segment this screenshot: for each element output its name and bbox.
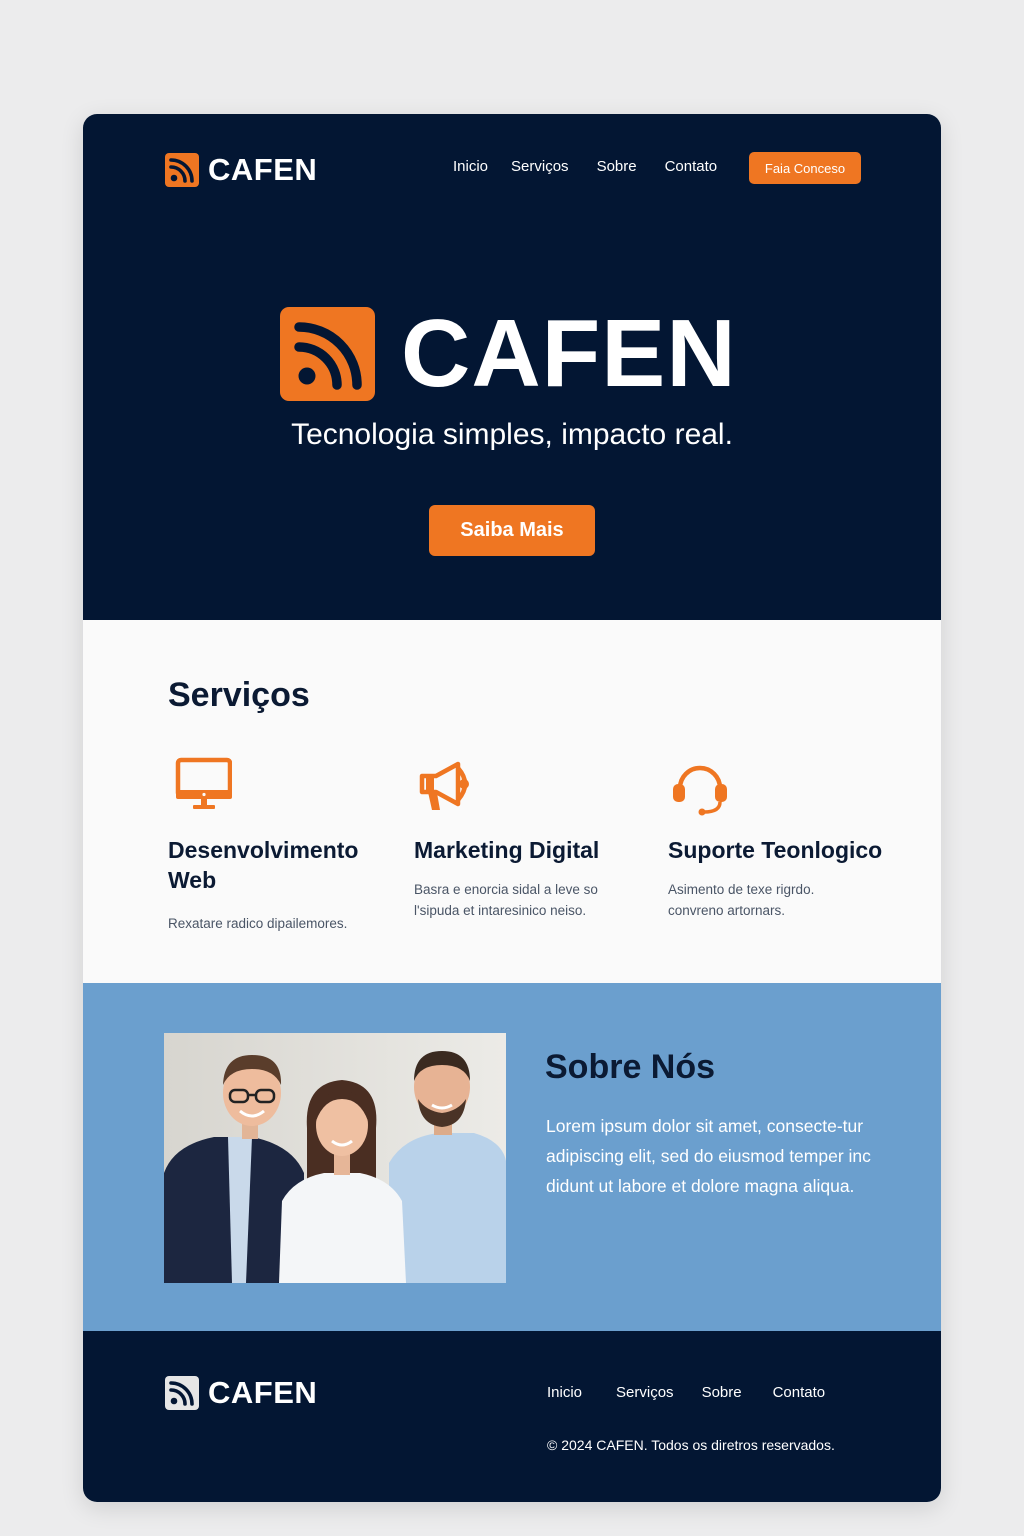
footer-brand-name: CAFEN <box>208 1375 318 1410</box>
page-card: CAFEN Inicio Serviços Sobre Contato Faia… <box>83 114 941 1502</box>
footer-link-servicos[interactable]: Serviços <box>616 1384 674 1401</box>
footer-logo[interactable]: CAFEN <box>165 1375 317 1411</box>
hero-section: CAFEN Inicio Serviços Sobre Contato Faia… <box>83 114 941 620</box>
about-title: Sobre Nós <box>545 1048 716 1086</box>
footer-link-sobre[interactable]: Sobre <box>702 1384 742 1401</box>
saiba-mais-button[interactable]: Saiba Mais <box>429 505 595 556</box>
headset-icon <box>673 765 727 816</box>
services-title: Serviços <box>168 676 310 714</box>
monitor-icon <box>175 757 233 809</box>
service-card-suporte: Suporte Teonlogico Asimento de texe rigr… <box>668 754 898 921</box>
team-photo <box>164 1033 506 1283</box>
rss-icon <box>165 1376 199 1410</box>
top-nav: Inicio Serviços Sobre Contato <box>453 158 717 175</box>
footer-nav: Inicio Serviços Sobre Contato <box>547 1384 825 1401</box>
footer: CAFEN Inicio Serviços Sobre Contato © 20… <box>83 1331 941 1502</box>
service-card-marketing: Marketing Digital Basra e enorcia sidal … <box>414 754 644 921</box>
rss-icon <box>165 153 199 187</box>
service-title: Marketing Digital <box>414 837 600 863</box>
footer-link-inicio[interactable]: Inicio <box>547 1384 582 1401</box>
service-desc: Rexatare radico dipailemores. <box>168 916 348 931</box>
nav-brand-name: CAFEN <box>208 152 318 187</box>
hero-tagline: Tecnologia simples, impacto real. <box>291 418 733 451</box>
service-card-web: Desenvolvimento Web Rexatare radico dipa… <box>168 754 398 934</box>
nav-logo[interactable]: CAFEN <box>165 152 317 188</box>
nav-link-sobre[interactable]: Sobre <box>597 158 637 175</box>
services-section: Serviços Desenvolvimento Web Rexatare ra… <box>83 620 941 983</box>
copyright-text: © 2024 CAFEN. Todos os diretros reservad… <box>547 1437 835 1453</box>
nav-link-contato[interactable]: Contato <box>665 158 718 175</box>
service-title: Desenvolvimento Web <box>168 837 359 893</box>
nav-link-servicos[interactable]: Serviços <box>511 158 569 175</box>
nav-cta-button[interactable]: Faia Conceso <box>749 152 861 184</box>
hero-title: CAFEN <box>401 300 737 407</box>
footer-link-contato[interactable]: Contato <box>773 1384 826 1401</box>
about-section: Sobre Nós Lorem ipsum dolor sit amet, co… <box>83 983 941 1331</box>
hero-logo: CAFEN <box>280 306 737 402</box>
service-desc: Basra e enorcia sidal a leve so l'sipuda… <box>414 882 598 918</box>
rss-icon <box>280 307 375 401</box>
nav-link-inicio[interactable]: Inicio <box>453 158 488 175</box>
service-title: Suporte Teonlogico <box>668 837 883 863</box>
megaphone-icon <box>419 761 469 810</box>
service-desc: Asimento de texe rigrdo. convreno artorn… <box>668 882 815 918</box>
about-text: Lorem ipsum dolor sit amet, consecte-tur… <box>546 1116 871 1196</box>
